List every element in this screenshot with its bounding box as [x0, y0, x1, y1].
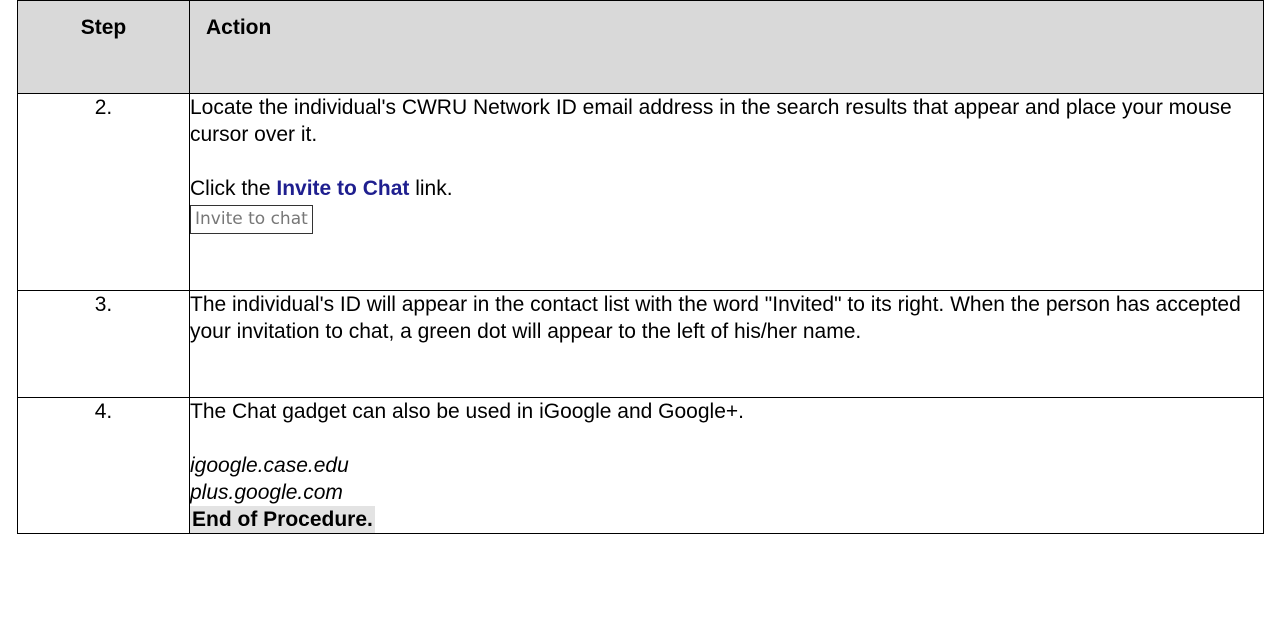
- action-instruction: Click the Invite to Chat link.: [190, 175, 1263, 202]
- invite-to-chat-link-text: Invite to Chat: [276, 177, 410, 200]
- procedure-table: Step Action 2. Locate the individual's C…: [17, 0, 1264, 534]
- action-cell: The Chat gadget can also be used in iGoo…: [189, 397, 1264, 534]
- instruction-suffix: link.: [409, 177, 453, 200]
- google-plus-link[interactable]: plus.google.com: [190, 479, 1263, 506]
- table-row: 3. The individual's ID will appear in th…: [17, 290, 1264, 398]
- invite-to-chat-button[interactable]: Invite to chat: [190, 205, 313, 234]
- action-text: The individual's ID will appear in the c…: [190, 293, 1241, 343]
- step-number: 3.: [17, 290, 190, 398]
- header-action: Action: [189, 0, 1264, 94]
- table-row: 2. Locate the individual's CWRU Network …: [17, 93, 1264, 291]
- header-step: Step: [17, 0, 190, 94]
- table-header-row: Step Action: [17, 0, 1264, 94]
- igoogle-link[interactable]: igoogle.case.edu: [190, 452, 1263, 479]
- action-text: The Chat gadget can also be used in iGoo…: [190, 400, 744, 423]
- action-text: Locate the individual's CWRU Network ID …: [190, 96, 1232, 146]
- step-number: 4.: [17, 397, 190, 534]
- action-cell: The individual's ID will appear in the c…: [189, 290, 1264, 398]
- end-of-procedure: End of Procedure.: [190, 506, 375, 533]
- instruction-prefix: Click the: [190, 177, 277, 200]
- action-cell: Locate the individual's CWRU Network ID …: [189, 93, 1264, 291]
- step-number: 2.: [17, 93, 190, 291]
- table-row: 4. The Chat gadget can also be used in i…: [17, 397, 1264, 534]
